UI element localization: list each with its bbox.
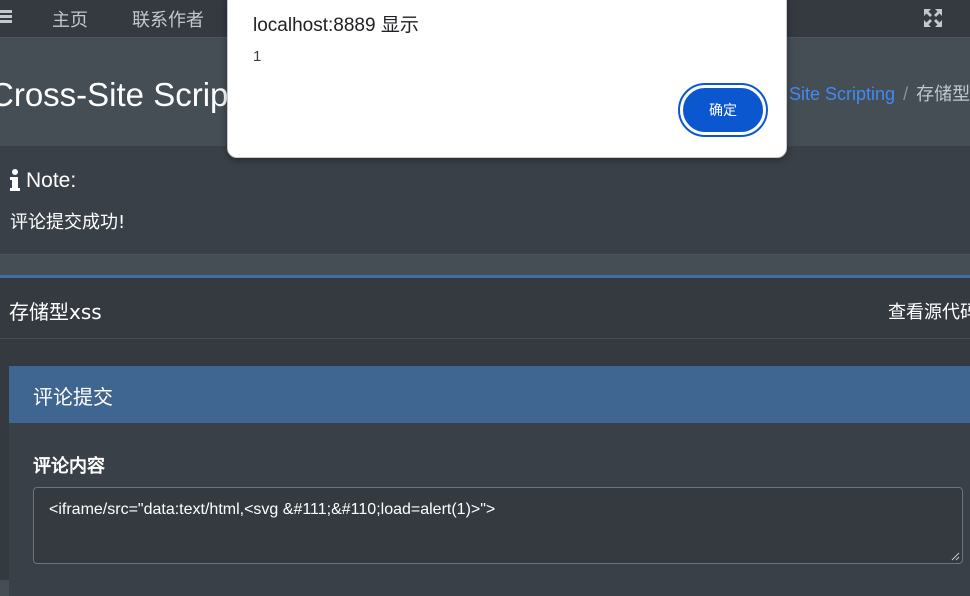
nav-link-home[interactable]: 主页	[52, 6, 88, 32]
breadcrumb-active: 存储型	[916, 84, 970, 104]
resize-handle-icon[interactable]	[951, 552, 960, 561]
comment-textarea-value: <iframe/src="data:text/html,<svg &#111;&…	[49, 501, 496, 518]
alert-message: 1	[253, 48, 262, 65]
comment-form-header: 评论提交	[9, 366, 970, 423]
note-title: Note:	[26, 169, 77, 192]
comment-form-card: 评论提交 评论内容 <iframe/src="data:text/html,<s…	[9, 366, 970, 596]
comment-field-label: 评论内容	[33, 456, 105, 477]
card-title: 存储型xss	[9, 300, 102, 324]
expand-icon[interactable]	[923, 8, 943, 28]
breadcrumb-separator: /	[903, 84, 909, 104]
card-header: 存储型xss 查看源代码	[0, 278, 970, 339]
note-callout: Note: 评论提交成功!	[0, 146, 970, 255]
hamburger-icon[interactable]	[0, 10, 12, 24]
nav-link-contact-author[interactable]: 联系作者	[132, 6, 204, 32]
stored-xss-card: 存储型xss 查看源代码 评论提交 评论内容 <iframe/src="data…	[0, 275, 970, 596]
note-heading: Note:	[10, 168, 76, 194]
info-icon	[10, 168, 20, 194]
comment-textarea[interactable]: <iframe/src="data:text/html,<svg &#111;&…	[33, 487, 963, 564]
comment-form-title: 评论提交	[33, 385, 113, 409]
note-message: 评论提交成功!	[10, 212, 126, 233]
breadcrumb-link[interactable]: Site Scripting	[789, 84, 895, 104]
view-source-button[interactable]: 查看源代码	[888, 298, 970, 324]
alert-title: localhost:8889 显示	[253, 15, 419, 36]
alert-dialog: localhost:8889 显示 1 确定	[227, 0, 787, 158]
breadcrumb: Site Scripting / 存储型	[789, 80, 970, 106]
alert-ok-button[interactable]: 确定	[678, 83, 768, 137]
